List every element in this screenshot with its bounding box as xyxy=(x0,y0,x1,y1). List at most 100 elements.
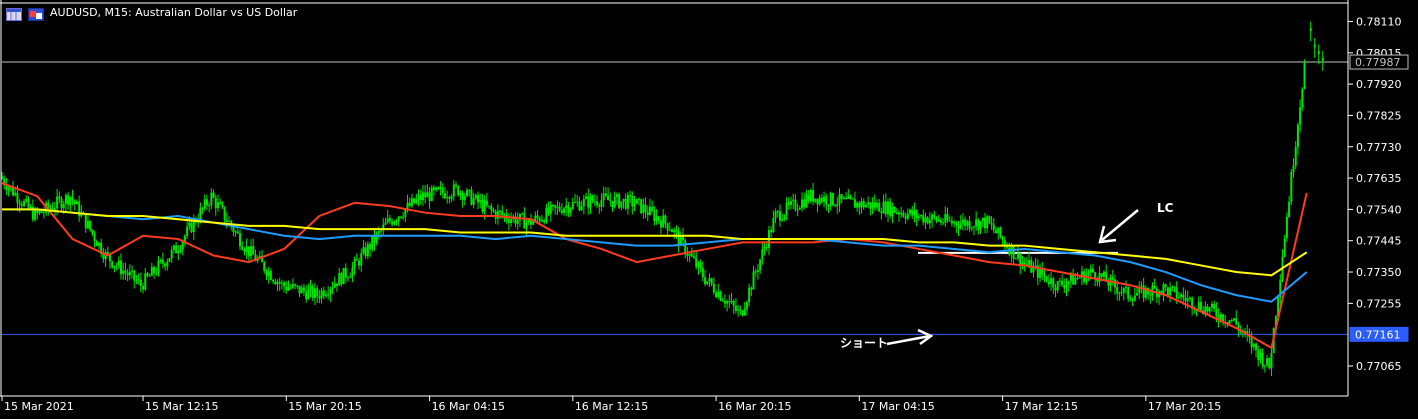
candle-body xyxy=(635,199,638,204)
candle-body xyxy=(369,244,372,250)
candle-body xyxy=(1233,318,1236,321)
candle-body xyxy=(933,214,936,218)
candle-body xyxy=(871,202,874,209)
candle-body xyxy=(441,187,444,193)
candle-body xyxy=(1034,265,1037,267)
candle-body xyxy=(545,207,548,223)
candle-body xyxy=(375,233,378,243)
candle-body xyxy=(183,235,186,242)
chart-title: AUDUSD, M15: Australian Dollar vs US Dol… xyxy=(50,6,298,19)
candle-body xyxy=(699,262,702,269)
candle-body xyxy=(668,229,671,231)
candle-body xyxy=(499,210,502,212)
candle-body xyxy=(164,263,167,267)
chart-window-icon[interactable] xyxy=(6,6,22,21)
candle-body xyxy=(133,270,136,281)
candle-body xyxy=(587,196,590,208)
candle-body xyxy=(569,208,572,213)
candle-body xyxy=(538,217,541,222)
candle-body xyxy=(651,206,654,211)
tile-window-icon[interactable] xyxy=(28,6,44,21)
candle-body xyxy=(1173,286,1176,288)
candle-body xyxy=(1252,343,1255,348)
candle-body xyxy=(898,212,901,215)
candle-body xyxy=(915,210,918,218)
candle-body xyxy=(393,221,396,225)
candle-body xyxy=(42,212,45,214)
candle-body xyxy=(1125,287,1128,289)
candle-body xyxy=(415,199,418,204)
candle-body xyxy=(809,190,812,202)
candle-body xyxy=(474,194,477,199)
candle-body xyxy=(150,267,153,276)
candle-body xyxy=(878,202,881,212)
price-chart[interactable]: ショート LC 0.781100.780150.779200.778250.77… xyxy=(0,0,1418,415)
candle-body xyxy=(38,211,41,214)
candle-body xyxy=(216,202,219,209)
candle-body xyxy=(677,231,680,245)
candle-body xyxy=(770,230,773,233)
candle-body xyxy=(291,284,294,288)
candle-body xyxy=(540,220,543,222)
candle-body xyxy=(917,216,920,218)
candle-body xyxy=(862,201,865,208)
candle-body xyxy=(302,287,305,292)
candle-body xyxy=(796,209,799,211)
candle-body xyxy=(723,301,726,304)
candle-body xyxy=(245,246,248,252)
candle-body xyxy=(838,194,841,205)
candle-body xyxy=(177,251,180,254)
candle-body xyxy=(455,184,458,187)
candle-body xyxy=(598,205,601,207)
candle-body xyxy=(1257,349,1260,360)
x-tick-label: 16 Mar 20:15 xyxy=(718,400,791,413)
candle-body xyxy=(391,221,394,225)
candle-body xyxy=(188,222,191,227)
candle-body xyxy=(413,198,416,204)
candle-body xyxy=(320,290,323,299)
candle-body xyxy=(124,270,127,273)
candle-body xyxy=(823,196,826,203)
candle-body xyxy=(181,241,184,250)
candle-body xyxy=(673,229,676,233)
candle-body xyxy=(142,286,145,290)
candle-body xyxy=(58,196,61,199)
candle-body xyxy=(285,286,288,291)
candle-body xyxy=(298,285,301,294)
candle-body xyxy=(1184,297,1187,302)
candle-body xyxy=(875,202,878,208)
candle-body xyxy=(580,206,583,211)
candle-body xyxy=(990,222,993,225)
candle-body xyxy=(754,271,757,273)
candle-body xyxy=(276,281,279,285)
candle-body xyxy=(856,202,859,208)
candle-body xyxy=(355,259,358,261)
candle-body xyxy=(975,219,978,227)
candle-body xyxy=(67,195,70,205)
candle-body xyxy=(417,195,420,200)
candle-body xyxy=(139,279,142,287)
candle-body xyxy=(697,262,700,268)
candle-body xyxy=(364,247,367,257)
candle-body xyxy=(371,236,374,250)
candle-body xyxy=(384,222,387,225)
candle-body xyxy=(613,196,616,208)
candle-body xyxy=(120,260,123,275)
candle-body xyxy=(1283,238,1286,258)
candle-body xyxy=(576,201,579,203)
candle-body xyxy=(737,309,740,311)
candle-body xyxy=(373,236,376,243)
candle-body xyxy=(267,271,270,276)
candle-body xyxy=(263,262,266,271)
candle-body xyxy=(239,233,242,247)
candle-body xyxy=(950,220,953,224)
candle-body xyxy=(1078,277,1081,279)
candle-body xyxy=(1140,285,1143,287)
x-tick-label: 16 Mar 12:15 xyxy=(575,400,648,413)
candle-body xyxy=(986,216,989,229)
candle-body xyxy=(942,222,945,224)
candle-body xyxy=(1177,297,1180,299)
chart-window[interactable]: ショート LC 0.78110 0.78015 0.77920 0.77825 0.77… xyxy=(0,0,1418,415)
candle-body xyxy=(926,217,929,224)
candle-body xyxy=(851,198,854,200)
